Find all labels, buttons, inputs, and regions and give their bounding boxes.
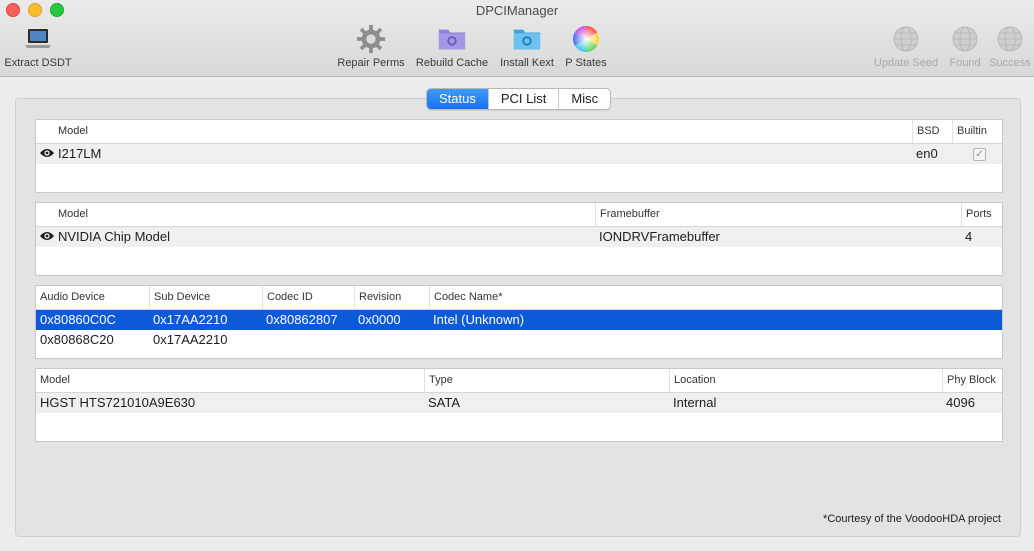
cell-location: Internal <box>673 395 717 410</box>
tab-misc[interactable]: Misc <box>558 89 610 109</box>
column-header-ports[interactable]: Ports <box>961 203 992 226</box>
p-states-button[interactable]: P States <box>562 24 610 69</box>
globe-icon <box>995 24 1025 54</box>
table-row[interactable]: NVIDIA Chip Model IONDRVFramebuffer 4 <box>36 227 1002 247</box>
cell-sub-device: 0x17AA2210 <box>153 332 228 347</box>
repair-perms-label: Repair Perms <box>337 57 405 69</box>
repair-perms-button[interactable]: Repair Perms <box>334 24 408 69</box>
tab-status[interactable]: Status <box>427 89 488 109</box>
cell-phy-block: 4096 <box>946 395 975 410</box>
install-kext-button[interactable]: Install Kext <box>496 24 558 69</box>
network-table[interactable]: Model BSD Builtin I217LM en0 ✓ <box>35 119 1003 193</box>
laptop-icon <box>23 24 53 54</box>
cell-framebuffer: IONDRVFramebuffer <box>599 229 720 244</box>
p-states-label: P States <box>565 57 607 69</box>
found-button[interactable]: Found <box>946 24 984 69</box>
cell-sub-device: 0x17AA2210 <box>153 312 228 327</box>
extract-dsdt-label: Extract DSDT <box>4 57 72 69</box>
column-header-revision[interactable]: Revision <box>354 286 401 309</box>
cell-codec-name: Intel (Unknown) <box>433 312 525 327</box>
eye-icon[interactable] <box>39 230 55 245</box>
table-row-empty <box>36 247 1002 267</box>
table-row-empty <box>36 413 1002 433</box>
cell-bsd: en0 <box>916 146 938 161</box>
window-title: DPCIManager <box>475 3 559 18</box>
audio-table[interactable]: Audio Device Sub Device Codec ID Revisio… <box>35 285 1003 359</box>
cell-audio-device: 0x80868C20 <box>40 332 114 347</box>
rebuild-cache-button[interactable]: Rebuild Cache <box>412 24 492 69</box>
cell-ports: 4 <box>965 229 973 244</box>
column-header-location[interactable]: Location <box>669 369 716 392</box>
column-header-audio-device[interactable]: Audio Device <box>36 286 105 309</box>
credit-note: *Courtesy of the VoodooHDA project <box>823 513 1001 525</box>
eye-icon[interactable] <box>39 147 55 162</box>
table-row-empty <box>36 164 1002 184</box>
gear-icon <box>356 24 386 54</box>
tab-pci-list[interactable]: PCI List <box>487 89 559 109</box>
builtin-checkbox[interactable]: ✓ <box>973 148 986 161</box>
column-header-builtin[interactable]: Builtin <box>952 120 987 143</box>
success-label: Success <box>989 57 1031 69</box>
cell-model: NVIDIA Chip Model <box>58 229 170 244</box>
column-header-codec-id[interactable]: Codec ID <box>262 286 313 309</box>
app-window: DPCIManager Extract DSDT Repair Perms Re… <box>0 0 1034 551</box>
extract-dsdt-button[interactable]: Extract DSDT <box>2 24 74 69</box>
cell-codec-id: 0x80862807 <box>266 312 338 327</box>
folder-icon <box>512 24 542 54</box>
success-button[interactable]: Success <box>988 24 1032 69</box>
table-row-selected[interactable]: 0x80860C0C 0x17AA2210 0x80862807 0x0000 … <box>36 310 1002 330</box>
color-wheel-icon <box>571 24 601 54</box>
toolbar: DPCIManager Extract DSDT Repair Perms Re… <box>0 0 1034 77</box>
column-header-framebuffer[interactable]: Framebuffer <box>595 203 660 226</box>
column-header-type[interactable]: Type <box>424 369 453 392</box>
table-row[interactable]: 0x80868C20 0x17AA2210 <box>36 330 1002 350</box>
cell-revision: 0x0000 <box>358 312 401 327</box>
update-seed-button[interactable]: Update Seed <box>870 24 942 69</box>
cell-model: I217LM <box>58 146 102 161</box>
column-header-bsd[interactable]: BSD <box>912 120 940 143</box>
cell-model: HGST HTS721010A9E630 <box>40 395 196 410</box>
disk-table[interactable]: Model Type Location Phy Block HGST HTS72… <box>35 368 1003 442</box>
install-kext-label: Install Kext <box>500 57 554 69</box>
column-header-model[interactable]: Model <box>36 369 70 392</box>
table-header: Audio Device Sub Device Codec ID Revisio… <box>36 286 1002 310</box>
found-label: Found <box>949 57 981 69</box>
folder-icon <box>437 24 467 54</box>
segmented-tabs: Status PCI List Misc <box>426 88 612 110</box>
globe-icon <box>950 24 980 54</box>
column-header-model[interactable]: Model <box>54 203 88 226</box>
table-row[interactable]: I217LM en0 ✓ <box>36 144 1002 164</box>
table-header: Model BSD Builtin <box>36 120 1002 144</box>
rebuild-cache-label: Rebuild Cache <box>415 57 489 69</box>
table-header: Model Framebuffer Ports <box>36 203 1002 227</box>
globe-icon <box>891 24 921 54</box>
cell-type: SATA <box>428 395 461 410</box>
table-header: Model Type Location Phy Block <box>36 369 1002 393</box>
cell-audio-device: 0x80860C0C <box>40 312 116 327</box>
column-header-phy-block[interactable]: Phy Block <box>942 369 996 392</box>
update-seed-label: Update Seed <box>873 57 939 69</box>
column-header-sub-device[interactable]: Sub Device <box>149 286 210 309</box>
column-header-codec-name[interactable]: Codec Name* <box>429 286 502 309</box>
column-header-model[interactable]: Model <box>54 120 88 143</box>
table-row[interactable]: HGST HTS721010A9E630 SATA Internal 4096 <box>36 393 1002 413</box>
graphics-table[interactable]: Model Framebuffer Ports NVIDIA Chip Mode… <box>35 202 1003 276</box>
